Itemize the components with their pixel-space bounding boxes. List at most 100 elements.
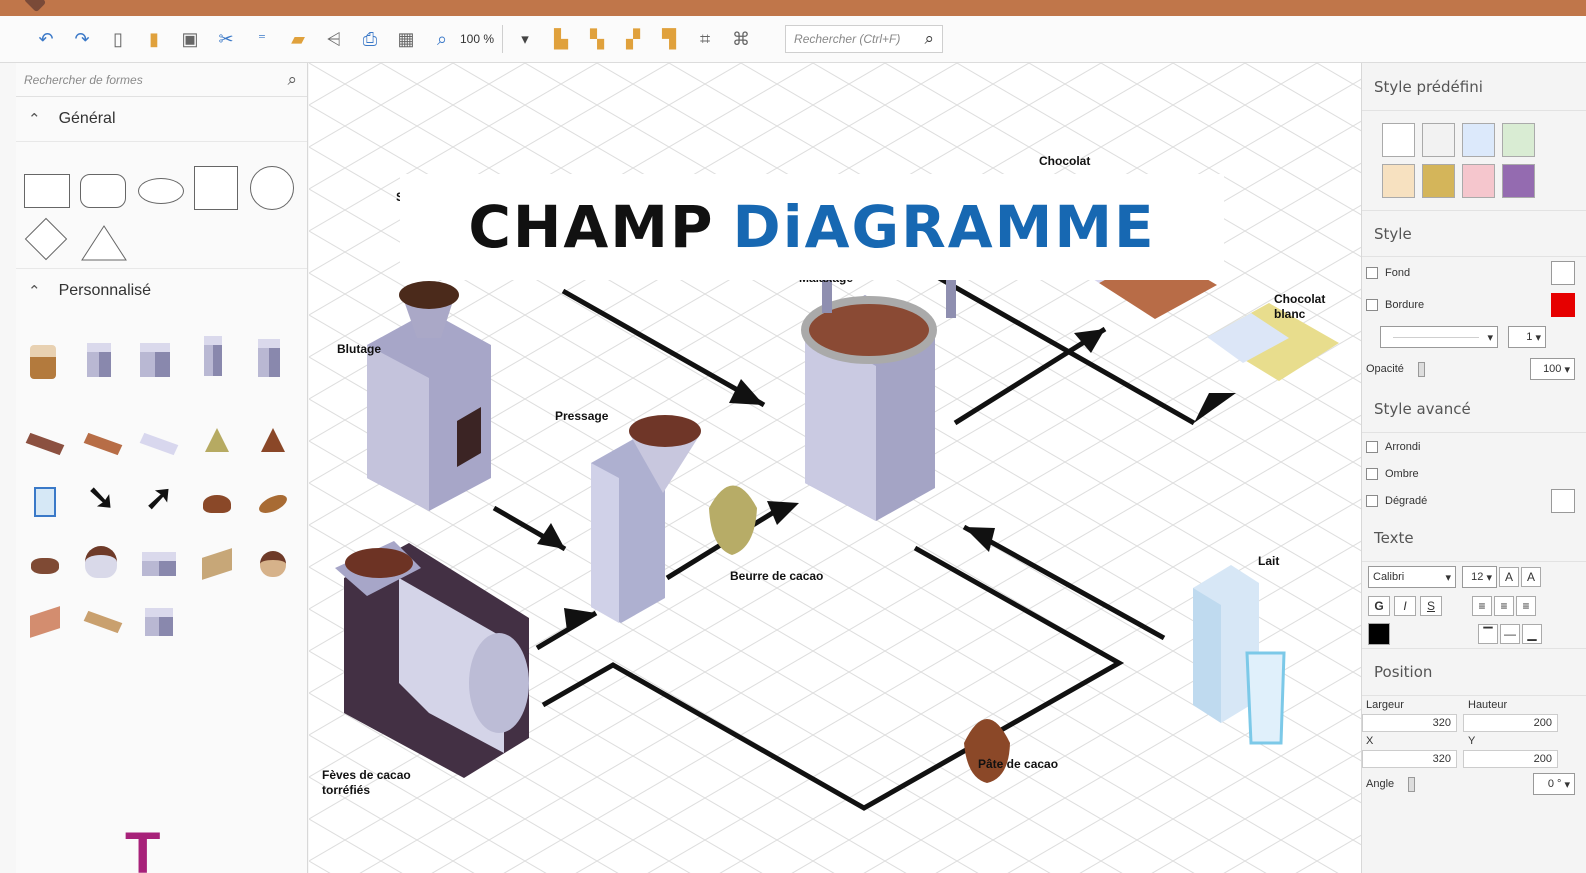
bring-to-front-icon[interactable]: ▚ bbox=[583, 24, 611, 54]
rounded-checkbox[interactable] bbox=[1366, 440, 1378, 453]
border-color-picker[interactable] bbox=[1551, 293, 1575, 317]
increase-font-button[interactable]: A bbox=[1499, 567, 1519, 587]
zoom-level[interactable]: 100 % bbox=[460, 32, 494, 46]
ellipse-shape[interactable] bbox=[138, 178, 184, 204]
save-icon[interactable]: ▣ bbox=[176, 24, 204, 54]
redo-icon[interactable]: ↷ bbox=[68, 24, 96, 54]
send-to-back-icon[interactable]: ▜ bbox=[655, 24, 683, 54]
chocolate-pieces-shape[interactable] bbox=[28, 605, 62, 639]
angle-slider[interactable] bbox=[1408, 776, 1416, 792]
dropdown-arrow-icon[interactable]: ▾ bbox=[511, 24, 539, 54]
milk-shape[interactable] bbox=[28, 485, 62, 519]
cocoa-cup-shape[interactable] bbox=[256, 547, 290, 581]
machine-shape-4[interactable] bbox=[252, 339, 286, 377]
gradient-label: Dégradé bbox=[1385, 494, 1428, 507]
style-swatch-light-gray[interactable] bbox=[1422, 123, 1455, 157]
send-backward-icon[interactable]: ▞ bbox=[619, 24, 647, 54]
packaging-shape[interactable] bbox=[200, 547, 234, 581]
open-folder-icon[interactable]: ▮ bbox=[140, 24, 168, 54]
white-chocolate-shape[interactable] bbox=[139, 427, 179, 461]
copy-format-icon[interactable]: ⁼ bbox=[248, 24, 276, 54]
ungroup-icon[interactable]: ⌘ bbox=[727, 24, 755, 54]
section-general[interactable]: ⌃ Général bbox=[16, 97, 307, 141]
cocoa-bean-shape[interactable] bbox=[256, 487, 290, 521]
cut-icon[interactable]: ✂ bbox=[212, 24, 240, 54]
border-checkbox[interactable] bbox=[1366, 299, 1378, 311]
conveyor-shape[interactable] bbox=[142, 547, 176, 581]
decrease-font-button[interactable]: A bbox=[1521, 567, 1541, 587]
diamond-shape[interactable] bbox=[24, 217, 68, 261]
italic-label: I bbox=[1403, 599, 1407, 613]
valign-top-button[interactable]: ▔ bbox=[1478, 624, 1498, 644]
align-right-button[interactable]: ≡ bbox=[1516, 596, 1536, 616]
chocolate-splat-shape[interactable] bbox=[28, 549, 62, 583]
italic-button[interactable]: I bbox=[1394, 596, 1416, 616]
text-color-row: ▔ — ▁ bbox=[1362, 620, 1586, 648]
style-swatch-gold[interactable] bbox=[1422, 164, 1455, 198]
font-size-select[interactable]: 12 ▾ bbox=[1462, 566, 1497, 588]
font-family-select[interactable]: Calibri ▾ bbox=[1368, 566, 1456, 588]
align-left-button[interactable]: ≡ bbox=[1472, 596, 1492, 616]
shape-search-placeholder: Rechercher de formes bbox=[24, 72, 143, 87]
milk-chocolate-shape[interactable] bbox=[83, 427, 123, 461]
chocolate-table-shape[interactable] bbox=[83, 605, 123, 639]
machine-shape-1[interactable] bbox=[82, 343, 116, 377]
cocoa-butter-shape[interactable] bbox=[200, 423, 234, 457]
rounded-rectangle-shape[interactable] bbox=[80, 174, 126, 208]
style-swatch-light-green[interactable] bbox=[1502, 123, 1535, 157]
style-swatch-light-blue[interactable] bbox=[1462, 123, 1495, 157]
triangle-shape[interactable] bbox=[80, 224, 128, 262]
opacity-select[interactable]: 100 ▾ bbox=[1530, 358, 1575, 380]
shadow-checkbox[interactable] bbox=[1366, 467, 1378, 480]
grid-icon[interactable]: ▦ bbox=[392, 24, 420, 54]
valign-middle-button[interactable]: — bbox=[1500, 624, 1520, 644]
print-icon[interactable]: ⎙ bbox=[356, 24, 384, 54]
line-style-select[interactable]: ▾ bbox=[1380, 326, 1498, 348]
share-icon[interactable]: ⩤ bbox=[320, 24, 348, 54]
circle-shape[interactable] bbox=[250, 166, 294, 210]
opacity-slider[interactable] bbox=[1417, 361, 1425, 377]
tank-shape[interactable] bbox=[84, 545, 118, 579]
preset-style-swatches bbox=[1362, 111, 1586, 211]
rectangle-shape[interactable] bbox=[24, 174, 70, 208]
cocoa-paste-shape[interactable] bbox=[256, 423, 290, 457]
paste-icon[interactable]: ▰ bbox=[284, 24, 312, 54]
wrapper-machine-shape[interactable] bbox=[142, 605, 176, 639]
arrow-down-right-shape[interactable]: ➘ bbox=[84, 479, 118, 517]
angle-select[interactable]: 0 ° ▾ bbox=[1533, 773, 1575, 795]
group-icon[interactable]: ⌗ bbox=[691, 24, 719, 54]
shape-search-input[interactable]: Rechercher de formes ⌕ bbox=[16, 63, 307, 97]
fill-checkbox[interactable] bbox=[1366, 267, 1378, 279]
height-input[interactable]: 200 bbox=[1463, 714, 1558, 732]
sack-shape[interactable] bbox=[26, 345, 60, 379]
section-custom[interactable]: ⌃ Personnalisé bbox=[16, 269, 307, 313]
dark-chocolate-shape[interactable] bbox=[25, 427, 65, 461]
machine-shape-2[interactable] bbox=[138, 343, 172, 377]
arrow-up-right-shape[interactable]: ➚ bbox=[142, 479, 176, 517]
machine-shape-3[interactable] bbox=[196, 336, 230, 376]
style-swatch-pink[interactable] bbox=[1462, 164, 1495, 198]
gradient-checkbox[interactable] bbox=[1366, 494, 1378, 507]
y-input[interactable]: 200 bbox=[1463, 750, 1558, 768]
bold-button[interactable]: G bbox=[1368, 596, 1390, 616]
style-swatch-purple[interactable] bbox=[1502, 164, 1535, 198]
line-width-select[interactable]: 1 ▾ bbox=[1508, 326, 1546, 348]
style-swatch-white[interactable] bbox=[1382, 123, 1415, 157]
fill-color-picker[interactable] bbox=[1551, 261, 1575, 285]
strike-button[interactable]: S bbox=[1420, 596, 1442, 616]
x-input[interactable]: 320 bbox=[1362, 750, 1457, 768]
toolbar-search-input[interactable]: Rechercher (Ctrl+F) ⌕ bbox=[785, 25, 944, 53]
align-center-button[interactable]: ≡ bbox=[1494, 596, 1514, 616]
undo-icon[interactable]: ↶ bbox=[32, 24, 60, 54]
cocoa-powder-shape[interactable] bbox=[200, 487, 234, 521]
valign-bottom-button[interactable]: ▁ bbox=[1522, 624, 1542, 644]
style-swatch-light-orange[interactable] bbox=[1382, 164, 1415, 198]
bring-forward-icon[interactable]: ▙ bbox=[547, 24, 575, 54]
angle-value: 0 ° bbox=[1547, 778, 1562, 790]
width-input[interactable]: 320 bbox=[1362, 714, 1457, 732]
zoom-icon[interactable]: ⌕ bbox=[428, 24, 456, 54]
square-shape[interactable] bbox=[194, 166, 238, 210]
gradient-color-picker[interactable] bbox=[1551, 488, 1575, 513]
text-color-button[interactable] bbox=[1368, 623, 1390, 645]
new-document-icon[interactable]: ▯ bbox=[104, 24, 132, 54]
